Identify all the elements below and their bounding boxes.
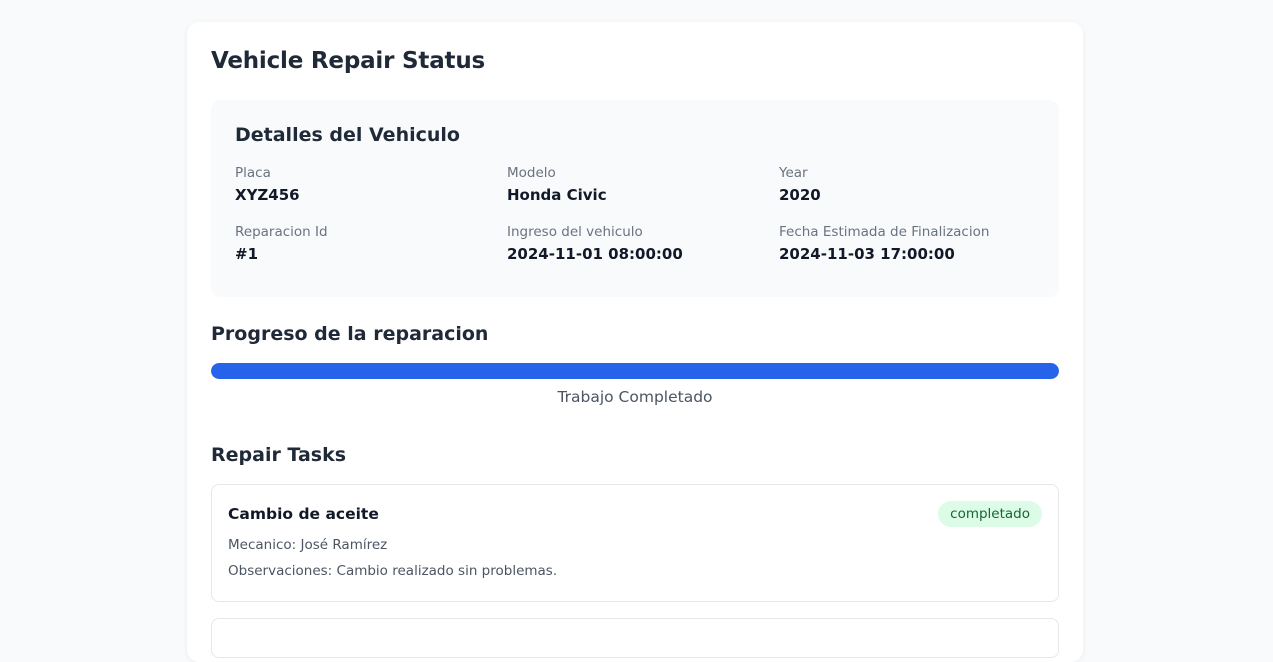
field-value: 2020 (779, 186, 821, 204)
progress-status-text: Trabajo Completado (557, 388, 713, 406)
field-ingreso: Ingreso del vehiculo 2024-11-01 08:00:00 (507, 223, 779, 264)
field-reparacion-id: Reparacion Id #1 (235, 223, 507, 264)
vehicle-details-grid: Placa XYZ456 Modelo Honda Civic Year 202… (235, 164, 1035, 264)
field-value: 2024-11-01 08:00:00 (507, 245, 683, 263)
field-label: Reparacion Id (235, 224, 328, 240)
field-value: 2024-11-03 17:00:00 (779, 245, 955, 263)
vehicle-details-panel: Detalles del Vehiculo Placa XYZ456 Model… (211, 100, 1059, 297)
task-mechanic: Mecanico: José Ramírez (228, 537, 388, 553)
field-fecha-estimada: Fecha Estimada de Finalizacion 2024-11-0… (779, 223, 1051, 264)
field-value: #1 (235, 245, 259, 263)
field-label: Placa (235, 165, 271, 181)
field-label: Ingreso del vehiculo (507, 224, 643, 240)
field-value: XYZ456 (235, 186, 300, 204)
vehicle-details-title: Detalles del Vehiculo (235, 124, 460, 146)
field-placa: Placa XYZ456 (235, 164, 507, 205)
task-notes: Observaciones: Cambio realizado sin prob… (228, 563, 558, 579)
task-card: Cambio de aceite completado Mecanico: Jo… (211, 484, 1059, 602)
progress-bar (211, 363, 1059, 379)
task-card (211, 618, 1059, 658)
repair-tasks-title: Repair Tasks (211, 444, 347, 466)
page-title: Vehicle Repair Status (211, 48, 485, 74)
progress-bar-fill (211, 363, 1059, 379)
field-year: Year 2020 (779, 164, 1051, 205)
repair-status-card: Vehicle Repair Status Detalles del Vehic… (187, 22, 1083, 662)
field-label: Year (779, 165, 808, 181)
status-badge: completado (938, 501, 1042, 527)
field-label: Modelo (507, 165, 556, 181)
field-value: Honda Civic (507, 186, 607, 204)
progress-title: Progreso de la reparacion (211, 323, 489, 345)
field-modelo: Modelo Honda Civic (507, 164, 779, 205)
field-label: Fecha Estimada de Finalizacion (779, 224, 990, 240)
task-name: Cambio de aceite (228, 505, 379, 523)
